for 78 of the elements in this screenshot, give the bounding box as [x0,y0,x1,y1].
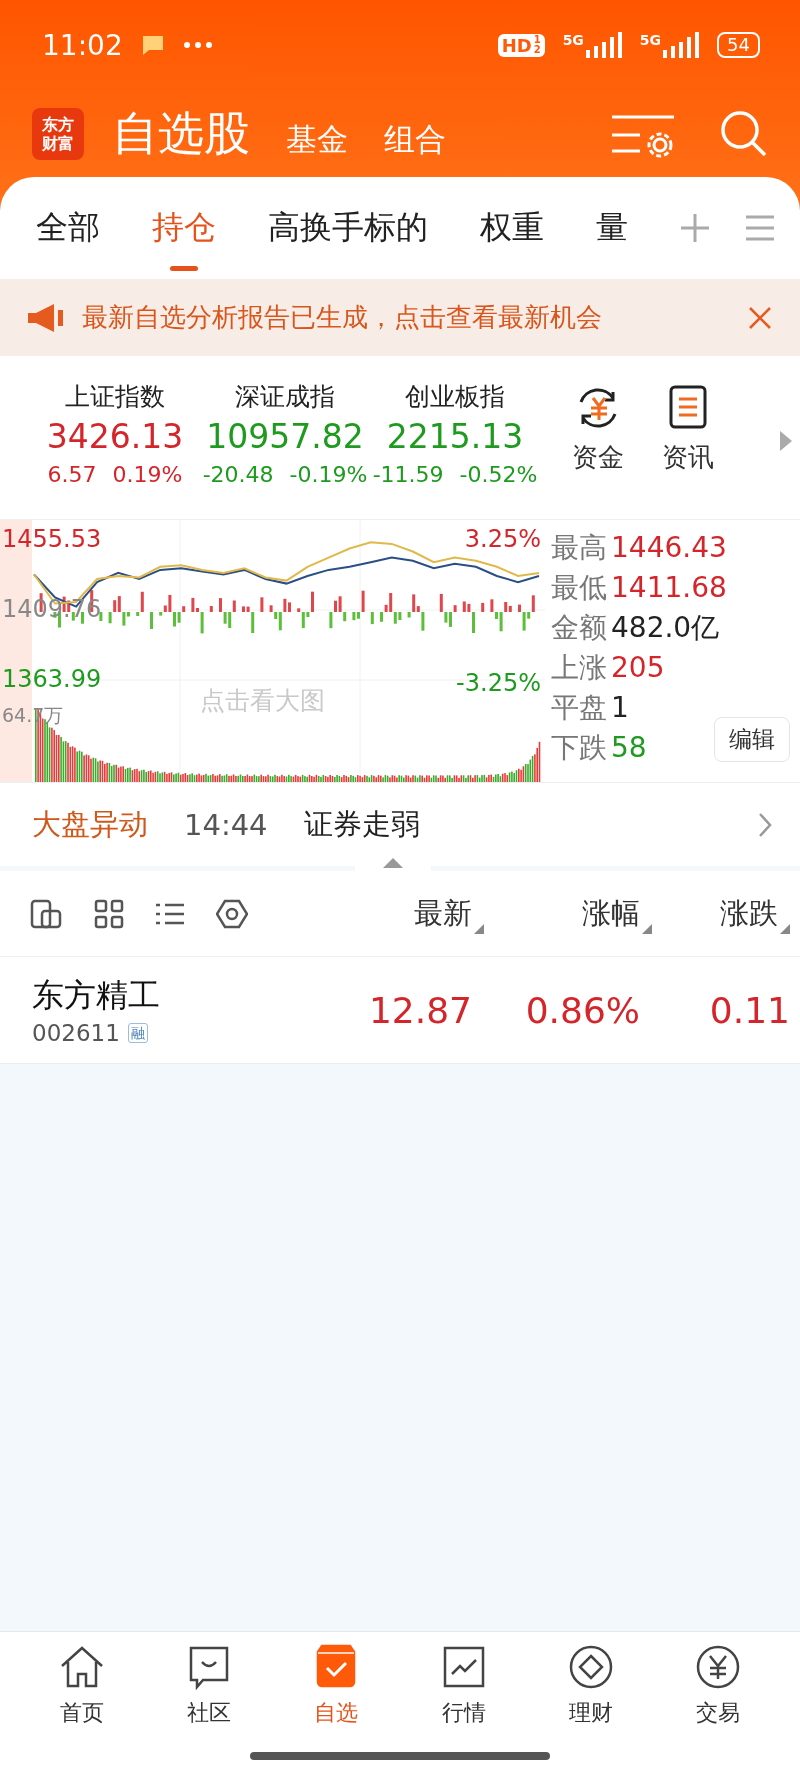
group-tab[interactable]: 全部 [36,183,100,273]
axis-label: 1455.53 [2,526,102,552]
menu-icon[interactable] [746,215,774,241]
index-name[interactable]: 创业板指 [405,380,505,413]
margin-tag: 融 [127,1023,148,1043]
stat-value: 58 [611,730,647,766]
nav-tab[interactable]: 理财 [540,1644,641,1728]
index-percent: -0.19% [289,462,368,487]
more-icon [182,41,213,49]
alert-label[interactable]: 大盘异动 [32,804,148,845]
caret-up-icon [383,858,403,868]
nav-tab[interactable]: 社区 [159,1644,259,1728]
megaphone-icon [28,303,64,332]
index-name[interactable]: 深证成指 [235,380,335,413]
nav-tab[interactable]: 自选 [286,1644,387,1728]
nav-tab[interactable]: 交易 [668,1644,769,1728]
percent-cell-text: 0.86% [524,989,640,1031]
search-icon[interactable] [720,110,768,158]
stock-code: 002611 [32,1020,120,1046]
index-change: -11.59 [372,462,444,487]
list-icon[interactable] [156,901,184,926]
price-cell-text: 12.87 [367,989,472,1031]
alert-time: 14:44 [184,807,268,842]
nav-tab[interactable]: 行情 [413,1644,514,1728]
stat-value: 1446.43 [611,530,727,566]
stat-label: 金额 [551,610,607,646]
app-logo: 东方 财富 [32,108,84,160]
stat-label: 最低 [551,570,607,606]
signal-icon [585,32,622,58]
index-percent: 0.19% [112,462,183,487]
column-header[interactable]: 涨跌 [652,893,800,934]
network-label: 5G [639,32,662,48]
index-value: 3426.13 [46,417,184,456]
index-change: -20.48 [202,462,274,487]
stat-label: 最高 [551,530,607,566]
hexagon-nut-icon[interactable] [216,898,248,929]
stat-value: 205 [611,650,665,686]
stat-value: 482.0亿 [611,610,720,646]
axis-label: 1363.99 [2,666,102,692]
index-percent: -0.52% [459,462,538,487]
message-icon [140,34,165,56]
chevron-right-icon[interactable] [758,811,772,838]
group-tab[interactable]: 权重 [480,183,544,273]
stat-label: 下跌 [551,730,607,766]
shortcut-button[interactable]: 资讯 [656,356,720,519]
shortcut-button[interactable]: 资金 [566,356,630,519]
alert-text[interactable]: 证券走弱 [303,804,420,845]
add-icon[interactable] [680,213,710,243]
index-value: 10957.82 [206,417,364,456]
axis-percent-label: -3.25% [456,670,541,696]
close-icon[interactable] [748,305,772,330]
group-tab[interactable]: 量 [596,183,628,273]
change-cell-text: 0.11 [708,989,791,1031]
sort-icon [780,923,790,934]
column-header[interactable]: 涨幅 [484,893,652,934]
sort-icon [642,923,652,934]
column-header[interactable]: 最新 [319,893,484,934]
index-change: 6.57 [47,462,97,487]
edit-button[interactable]: 编辑 [714,717,790,762]
stat-label: 上涨 [551,650,607,686]
sort-icon [474,923,484,934]
axis-percent-label: 3.25% [464,526,541,552]
signal-icon [663,32,700,58]
index-name[interactable]: 上证指数 [65,380,165,413]
stat-label: 平盘 [551,690,607,726]
nav-tab[interactable]: 首页 [31,1644,132,1728]
clock-time: 11:02 [42,28,123,62]
network-label: 5G [562,32,584,48]
scroll-right-icon[interactable] [780,431,792,451]
index-value: 2215.13 [386,417,524,456]
stat-value: 1 [611,690,629,726]
stat-value: 1411.68 [611,570,727,606]
group-tab[interactable]: 高换手标的 [268,183,428,273]
stock-name[interactable]: 东方精工 [32,974,160,1018]
grid-icon[interactable] [94,898,124,929]
battery-level: 54 [717,32,760,58]
group-tab[interactable]: 持仓 [152,183,216,273]
device-icon[interactable] [30,898,62,929]
